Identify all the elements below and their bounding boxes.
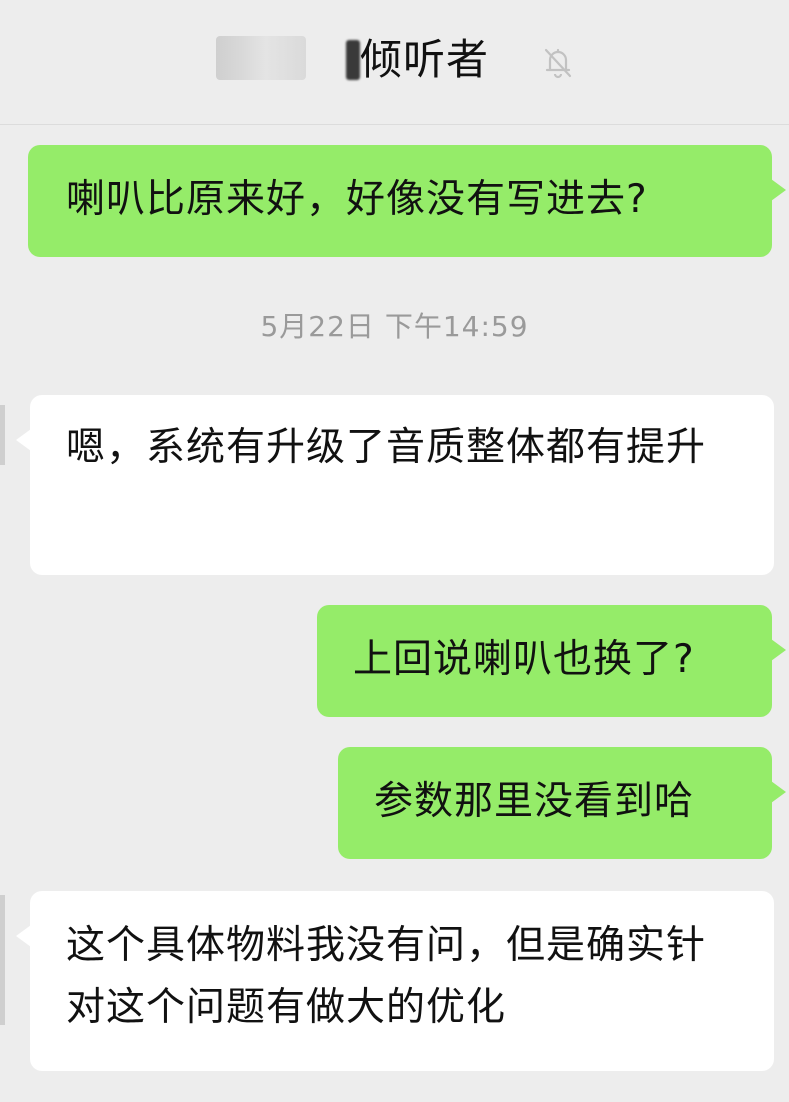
scroll-edge-mark bbox=[0, 895, 5, 1025]
message-timestamp: 5月22日 下午14:59 bbox=[260, 310, 529, 343]
outgoing-message-bubble[interactable]: 参数那里没看到哈 bbox=[338, 747, 786, 859]
incoming-message-bubble[interactable]: 这个具体物料我没有问，但是确实针对这个问题有做大的优化 bbox=[16, 891, 774, 1071]
redacted-name-block bbox=[216, 36, 306, 80]
outgoing-message-bubble[interactable]: 上回说喇叭也换了? bbox=[317, 605, 786, 717]
chat-title[interactable]: 倾听者 bbox=[360, 34, 489, 86]
redacted-name-fragment bbox=[346, 40, 360, 80]
message-list[interactable]: 喇叭比原来好，好像没有写进去? 5月22日 下午14:59 嗯，系统有升级了音质… bbox=[0, 125, 789, 1102]
bell-off-icon bbox=[544, 48, 572, 79]
incoming-message-bubble[interactable]: 嗯，系统有升级了音质整体都有提升 bbox=[16, 395, 774, 575]
scroll-edge-mark bbox=[0, 405, 5, 465]
chat-header: 倾听者 bbox=[0, 0, 789, 125]
outgoing-message-bubble[interactable]: 喇叭比原来好，好像没有写进去? bbox=[28, 145, 786, 257]
